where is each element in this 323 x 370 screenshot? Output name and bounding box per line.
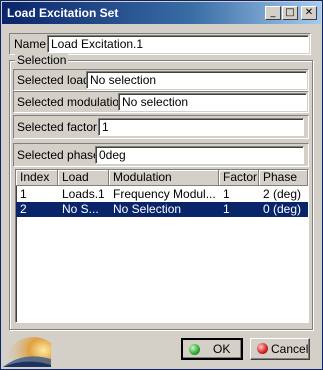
window-title: Load Excitation Set xyxy=(7,6,119,20)
selected-modulation-label: Selected modulation: xyxy=(17,95,130,109)
table-cell-factor: 1 xyxy=(223,187,230,201)
selected-phase-field[interactable]: 0deg xyxy=(95,146,304,164)
close-button[interactable]: ✕ xyxy=(301,6,317,20)
maximize-button[interactable]: □ xyxy=(282,6,298,20)
ok-button[interactable]: OK xyxy=(181,338,243,360)
name-row: Name Load Excitation.1 xyxy=(9,33,311,55)
selected-load-row: Selected load: No selection xyxy=(13,69,309,91)
selected-factor-field[interactable]: 1 xyxy=(98,118,304,136)
table-cell-modulation: No Selection xyxy=(113,202,182,216)
table-cell-factor: 1 xyxy=(223,202,230,216)
minimize-button[interactable]: _ xyxy=(265,6,281,20)
selected-load-field[interactable]: No selection xyxy=(86,71,307,89)
selection-legend: Selection xyxy=(15,53,69,67)
name-label: Name xyxy=(14,37,47,51)
title-bar[interactable]: Load Excitation Set _ □ ✕ xyxy=(2,2,321,24)
ok-icon xyxy=(189,344,200,355)
table-cell-load: No S... xyxy=(62,202,99,216)
table-row[interactable]: 1 Loads.1 Frequency Modul... 1 2 (deg) xyxy=(16,187,308,202)
selected-factor-label: Selected factor: xyxy=(17,120,101,134)
column-header-phase[interactable]: Phase xyxy=(259,170,308,186)
table-cell-load: Loads.1 xyxy=(62,187,105,201)
selected-phase-row: Selected phase: 0deg xyxy=(13,143,309,167)
selected-load-label: Selected load: xyxy=(17,73,94,87)
column-header-modulation[interactable]: Modulation xyxy=(109,170,219,186)
table-cell-index: 1 xyxy=(20,187,27,201)
dialog-window: Load Excitation Set _ □ ✕ Name Load Exci… xyxy=(0,0,323,370)
cancel-button[interactable]: Cancel xyxy=(250,338,310,360)
cancel-label: Cancel xyxy=(271,342,309,356)
ok-label: OK xyxy=(213,342,231,356)
table-row-selected[interactable]: 2 No S... No Selection 1 0 (deg) xyxy=(16,202,308,217)
table-cell-modulation: Frequency Modul... xyxy=(113,187,216,201)
excitation-table[interactable]: Index Load Modulation Factor Phase 1 Loa… xyxy=(15,169,309,323)
cancel-icon xyxy=(257,343,268,354)
selected-modulation-field[interactable]: No selection xyxy=(118,93,307,111)
app-logo-icon xyxy=(3,337,51,367)
table-cell-index: 2 xyxy=(20,202,27,216)
table-cell-phase: 2 (deg) xyxy=(263,187,302,201)
table-cell-phase: 0 (deg) xyxy=(263,202,302,216)
selected-modulation-row: Selected modulation: No selection xyxy=(13,91,309,113)
column-header-factor[interactable]: Factor xyxy=(219,170,259,186)
column-header-index[interactable]: Index xyxy=(16,170,58,186)
selected-factor-row: Selected factor: 1 xyxy=(13,115,309,139)
column-header-load[interactable]: Load xyxy=(58,170,109,186)
name-input[interactable]: Load Excitation.1 xyxy=(47,35,309,53)
selected-phase-label: Selected phase: xyxy=(17,148,104,162)
